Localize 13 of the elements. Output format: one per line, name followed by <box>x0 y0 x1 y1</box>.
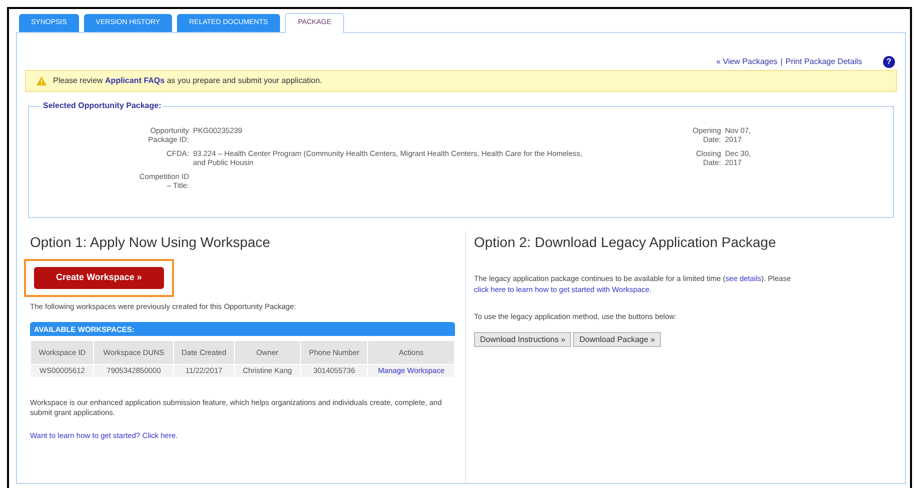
link-separator: | <box>780 56 783 68</box>
inline-link[interactable]: Applicant FAQs <box>105 76 165 85</box>
help-icon[interactable]: ? <box>883 56 895 68</box>
print-package-link[interactable]: Print Package Details <box>786 56 862 68</box>
view-packages-link[interactable]: « View Packages <box>716 56 778 68</box>
create-workspace-button[interactable]: Create Workspace » <box>34 267 164 289</box>
download-button[interactable]: Download Package » <box>573 332 661 348</box>
warning-icon <box>36 76 47 86</box>
option-heading: Option 1: Apply Now Using Workspace <box>30 233 272 252</box>
option-heading: Option 2: Download Legacy Application Package <box>474 233 777 252</box>
download-button[interactable]: Download Instructions » <box>474 332 572 348</box>
alert-message: Please review Applicant FAQs as you prepare and submit your application. <box>53 75 322 87</box>
fieldset-legend: Selected Opportunity Package: <box>41 100 164 112</box>
